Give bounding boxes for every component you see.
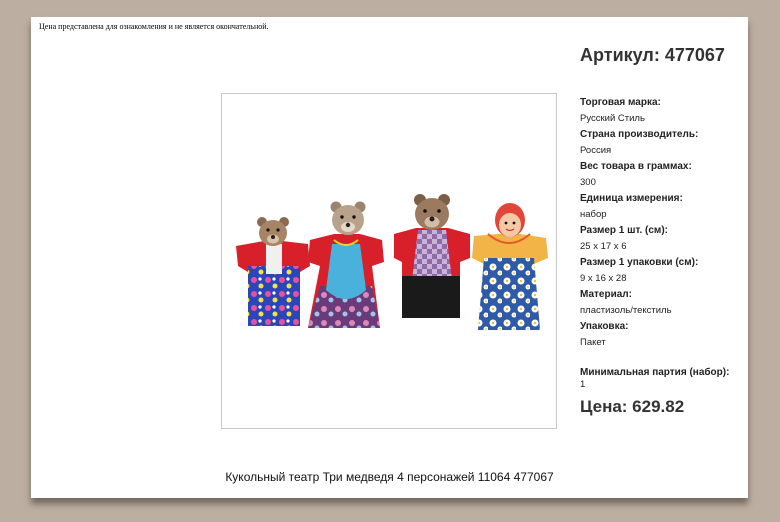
min-batch-label: Минимальная партия (набор): [580,367,730,378]
spec-label-unit: Единица измерения: [580,193,683,204]
product-sheet: Цена представлена для ознакомления и не … [31,17,748,498]
product-price: Цена: 629.82 [580,397,685,416]
spec-value-packaging: Пакет [580,337,606,348]
product-caption: Кукольный театр Три медведя 4 персонажей… [225,470,554,484]
spec-label-packaging: Упаковка: [580,321,629,332]
spec-value-country: Россия [580,145,612,156]
spec-label-package-size: Размер 1 упаковки (см): [580,257,699,268]
spec-label-material: Материал: [580,289,632,300]
article-number: Артикул: 477067 [580,45,725,65]
father-bear-puppet [394,194,470,318]
puppets-illustration [236,194,548,330]
girl-puppet [472,203,548,330]
mother-bear-puppet [308,201,384,328]
spec-label-weight: Вес товара в граммах: [580,161,692,172]
spec-label-item-size: Размер 1 шт. (см): [580,225,668,236]
spec-value-package-size: 9 х 16 х 28 [580,273,627,284]
price-disclaimer: Цена представлена для ознакомления и не … [39,22,269,31]
spec-value-material: пластизоль/текстиль [580,305,672,316]
spec-value-weight: 300 [580,177,596,188]
spec-value-brand: Русский Стиль [580,113,645,124]
spec-label-brand: Торговая марка: [580,97,661,108]
product-photo [221,93,557,429]
spec-label-country: Страна производитель: [580,129,699,140]
spec-value-item-size: 25 х 17 х 6 [580,241,627,252]
spec-value-unit: набор [580,209,607,220]
bear-cub-puppet [236,217,310,326]
product-specs: Торговая марка: Русский Стиль Страна про… [580,95,745,351]
min-batch-value: 1 [580,379,586,390]
